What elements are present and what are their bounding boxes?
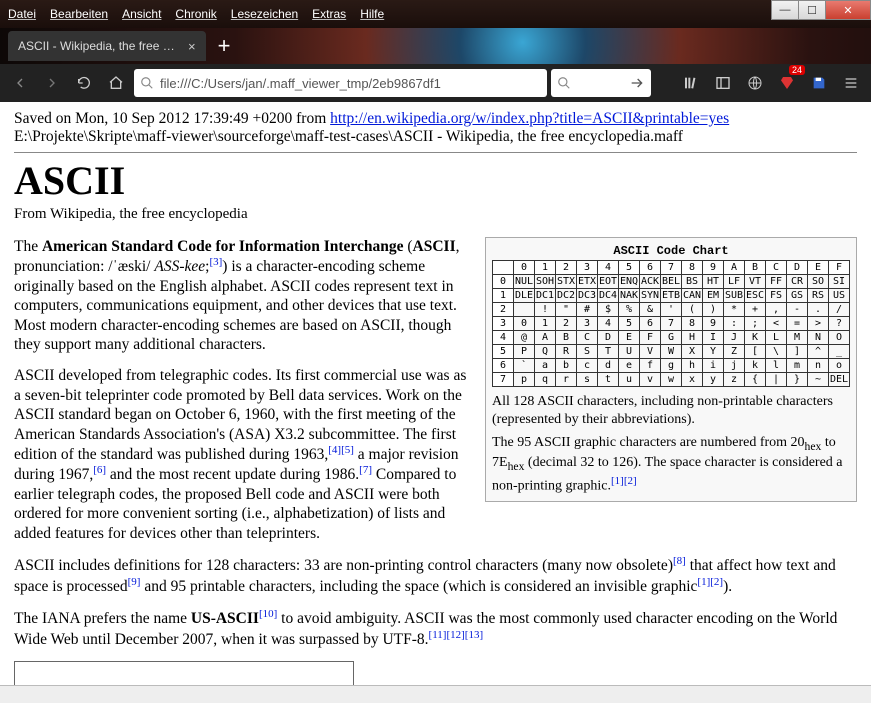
ref-11[interactable]: [11] (429, 629, 447, 641)
sidebar-icon[interactable] (709, 69, 737, 97)
globe-icon[interactable] (741, 69, 769, 97)
ref-4[interactable]: [4] (328, 444, 341, 456)
ref-12[interactable]: [12] (446, 629, 464, 641)
ref-10[interactable]: [10] (259, 608, 277, 620)
ref-1b[interactable]: [1] (697, 576, 710, 588)
adblock-icon[interactable] (773, 69, 801, 97)
tab-strip: ASCII - Wikipedia, the free encyclop… × … (0, 28, 871, 64)
library-icon[interactable] (677, 69, 705, 97)
window-minimize-button[interactable]: — (771, 0, 799, 20)
chart-title: ASCII Code Chart (492, 244, 850, 258)
page-subtitle: From Wikipedia, the free encyclopedia (14, 206, 857, 223)
ref-8[interactable]: [8] (673, 555, 686, 567)
ref-6[interactable]: [6] (93, 464, 106, 476)
saved-info-line2: E:\Projekte\Skripte\maff-viewer\sourcefo… (14, 128, 857, 146)
ref-9[interactable]: [9] (128, 576, 141, 588)
menu-chronik[interactable]: Chronik (175, 7, 216, 21)
url-text: file:///C:/Users/jan/.maff_viewer_tmp/2e… (160, 76, 541, 91)
page-title: ASCII (14, 157, 857, 204)
window-maximize-button[interactable]: ☐ (798, 0, 826, 20)
go-arrow-icon[interactable] (629, 75, 645, 91)
ref-3[interactable]: [3] (209, 256, 222, 268)
paragraph-4: The IANA prefers the name US-ASCII[10] t… (14, 608, 857, 649)
paragraph-3: ASCII includes definitions for 128 chara… (14, 555, 857, 596)
home-button[interactable] (102, 69, 130, 97)
menu-bearbeiten[interactable]: Bearbeiten (50, 7, 108, 21)
divider (14, 152, 857, 153)
window-close-button[interactable]: ✕ (825, 0, 871, 20)
source-link[interactable]: http://en.wikipedia.org/w/index.php?titl… (330, 110, 729, 127)
reload-button[interactable] (70, 69, 98, 97)
ascii-chart-figure: ASCII Code Chart 0123456789ABCDEF0NULSOH… (485, 237, 857, 502)
back-button[interactable] (6, 69, 34, 97)
tab-close-icon[interactable]: × (188, 39, 196, 54)
ref-13[interactable]: [13] (465, 629, 483, 641)
search-icon (140, 76, 154, 90)
figure-caption-1: All 128 ASCII characters, including non-… (492, 393, 850, 428)
ref-1[interactable]: [1] (611, 475, 624, 487)
menu-hilfe[interactable]: Hilfe (360, 7, 384, 21)
contents-box (14, 661, 354, 685)
search-icon (557, 76, 571, 90)
forward-button[interactable] (38, 69, 66, 97)
menu-lesezeichen[interactable]: Lesezeichen (231, 7, 298, 21)
menu-bar: Datei Bearbeiten Ansicht Chronik Lesezei… (0, 0, 871, 28)
status-bar (0, 685, 871, 703)
ref-7[interactable]: [7] (359, 464, 372, 476)
new-tab-button[interactable]: + (206, 33, 243, 59)
address-bar[interactable]: file:///C:/Users/jan/.maff_viewer_tmp/2e… (134, 69, 547, 97)
toolbar: file:///C:/Users/jan/.maff_viewer_tmp/2e… (0, 64, 871, 102)
hamburger-menu-icon[interactable] (837, 69, 865, 97)
tab-ascii-wikipedia[interactable]: ASCII - Wikipedia, the free encyclop… × (8, 31, 206, 61)
menu-datei[interactable]: Datei (8, 7, 36, 21)
menu-extras[interactable]: Extras (312, 7, 346, 21)
page-content: Saved on Mon, 10 Sep 2012 17:39:49 +0200… (0, 102, 871, 685)
ref-2b[interactable]: [2] (710, 576, 723, 588)
ref-5[interactable]: [5] (341, 444, 354, 456)
ascii-code-chart-table: 0123456789ABCDEF0NULSOHSTXETXEOTENQACKBE… (492, 260, 850, 387)
menu-ansicht[interactable]: Ansicht (122, 7, 161, 21)
figure-caption-2: The 95 ASCII graphic characters are numb… (492, 434, 850, 495)
search-box[interactable] (551, 69, 651, 97)
save-icon[interactable] (805, 69, 833, 97)
saved-info-line1: Saved on Mon, 10 Sep 2012 17:39:49 +0200… (14, 110, 857, 128)
ref-2[interactable]: [2] (624, 475, 637, 487)
tab-title: ASCII - Wikipedia, the free encyclop… (18, 39, 178, 53)
